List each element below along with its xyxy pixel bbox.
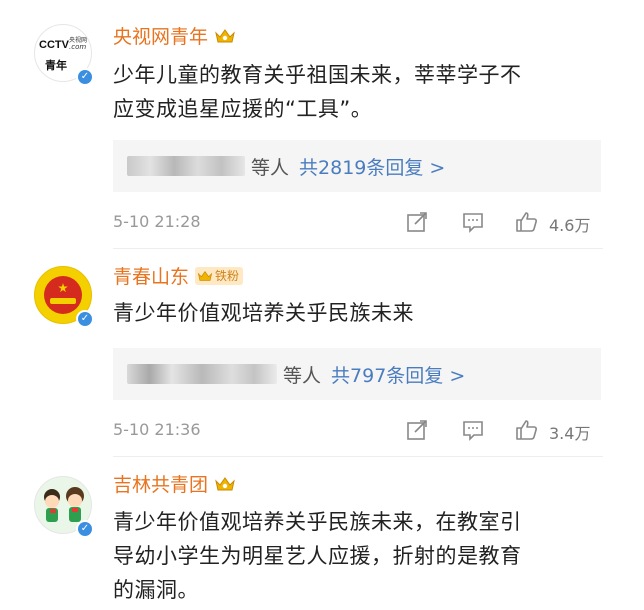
crown-icon — [215, 28, 235, 42]
comment-text: 少年儿童的教育关乎祖国未来，莘莘学子不 应变成追星应援的“工具”。 — [113, 58, 603, 126]
share-icon[interactable] — [405, 210, 429, 234]
reply-count-link[interactable]: 共797条回复 > — [331, 361, 465, 388]
like-icon[interactable] — [515, 418, 539, 442]
blurred-username — [127, 156, 245, 176]
like-icon[interactable] — [515, 210, 539, 234]
comment-text-line: 少年儿童的教育关乎祖国未来，莘莘学子不 — [113, 63, 522, 87]
crown-icon — [215, 476, 235, 490]
verified-badge-icon: ✓ — [76, 520, 94, 538]
commenter-name-text: 吉林共青团 — [113, 474, 209, 496]
comment-text: 青少年价值观培养关乎民族未来 — [113, 296, 603, 330]
blurred-username — [127, 364, 277, 384]
comment-icon[interactable] — [461, 210, 485, 234]
avatar-logo-text: CCTV — [39, 39, 69, 51]
reply-people-label: 等人 — [251, 156, 290, 179]
comment-text-line: 应变成追星应援的“工具”。 — [113, 97, 373, 121]
share-icon[interactable] — [405, 418, 429, 442]
comment-icon[interactable] — [461, 418, 485, 442]
avatar-logo-com: .com — [69, 43, 87, 51]
fan-badge: 铁粉 — [195, 266, 244, 285]
commenter-name[interactable]: 青春山东 铁粉 — [113, 262, 244, 289]
reply-people-label: 等人 — [283, 364, 322, 387]
fan-badge-label: 铁粉 — [215, 269, 240, 283]
reply-preview-box[interactable]: 等人 共2819条回复 > — [113, 140, 601, 192]
comment-text-line: 导幼小学生为明星艺人应援，折射的是教育 — [113, 544, 522, 568]
commenter-name[interactable]: 央视网青年 — [113, 22, 236, 49]
commenter-name-text: 央视网青年 — [113, 26, 209, 48]
divider — [113, 456, 603, 457]
comment-text-line: 青少年价值观培养关乎民族未来，在教室引 — [113, 510, 522, 534]
verified-badge-icon: ✓ — [76, 68, 94, 86]
like-count: 4.6万 — [549, 216, 591, 235]
comment-text-line: 青少年价值观培养关乎民族未来 — [113, 301, 414, 325]
commenter-name[interactable]: 吉林共青团 — [113, 470, 236, 497]
reply-preview-box[interactable]: 等人 共797条回复 > — [113, 348, 601, 400]
comment-time: 5-10 21:28 — [113, 212, 201, 231]
comment-text: 青少年价值观培养关乎民族未来，在教室引 导幼小学生为明星艺人应援，折射的是教育 … — [113, 505, 603, 607]
commenter-name-text: 青春山东 — [113, 266, 190, 288]
divider — [113, 248, 603, 249]
crown-icon — [197, 270, 213, 281]
verified-badge-icon: ✓ — [76, 310, 94, 328]
comment-time: 5-10 21:36 — [113, 420, 201, 439]
comment-meta: 5-10 21:28 4.6万 — [113, 210, 603, 236]
emblem-icon — [44, 276, 82, 314]
avatar-logo-youth: 青年 — [45, 59, 67, 72]
reply-count-link[interactable]: 共2819条回复 > — [299, 153, 445, 180]
like-count: 3.4万 — [549, 424, 591, 443]
comment-meta: 5-10 21:36 3.4万 — [113, 418, 603, 444]
comment-text-line: 的漏洞。 — [113, 578, 199, 602]
